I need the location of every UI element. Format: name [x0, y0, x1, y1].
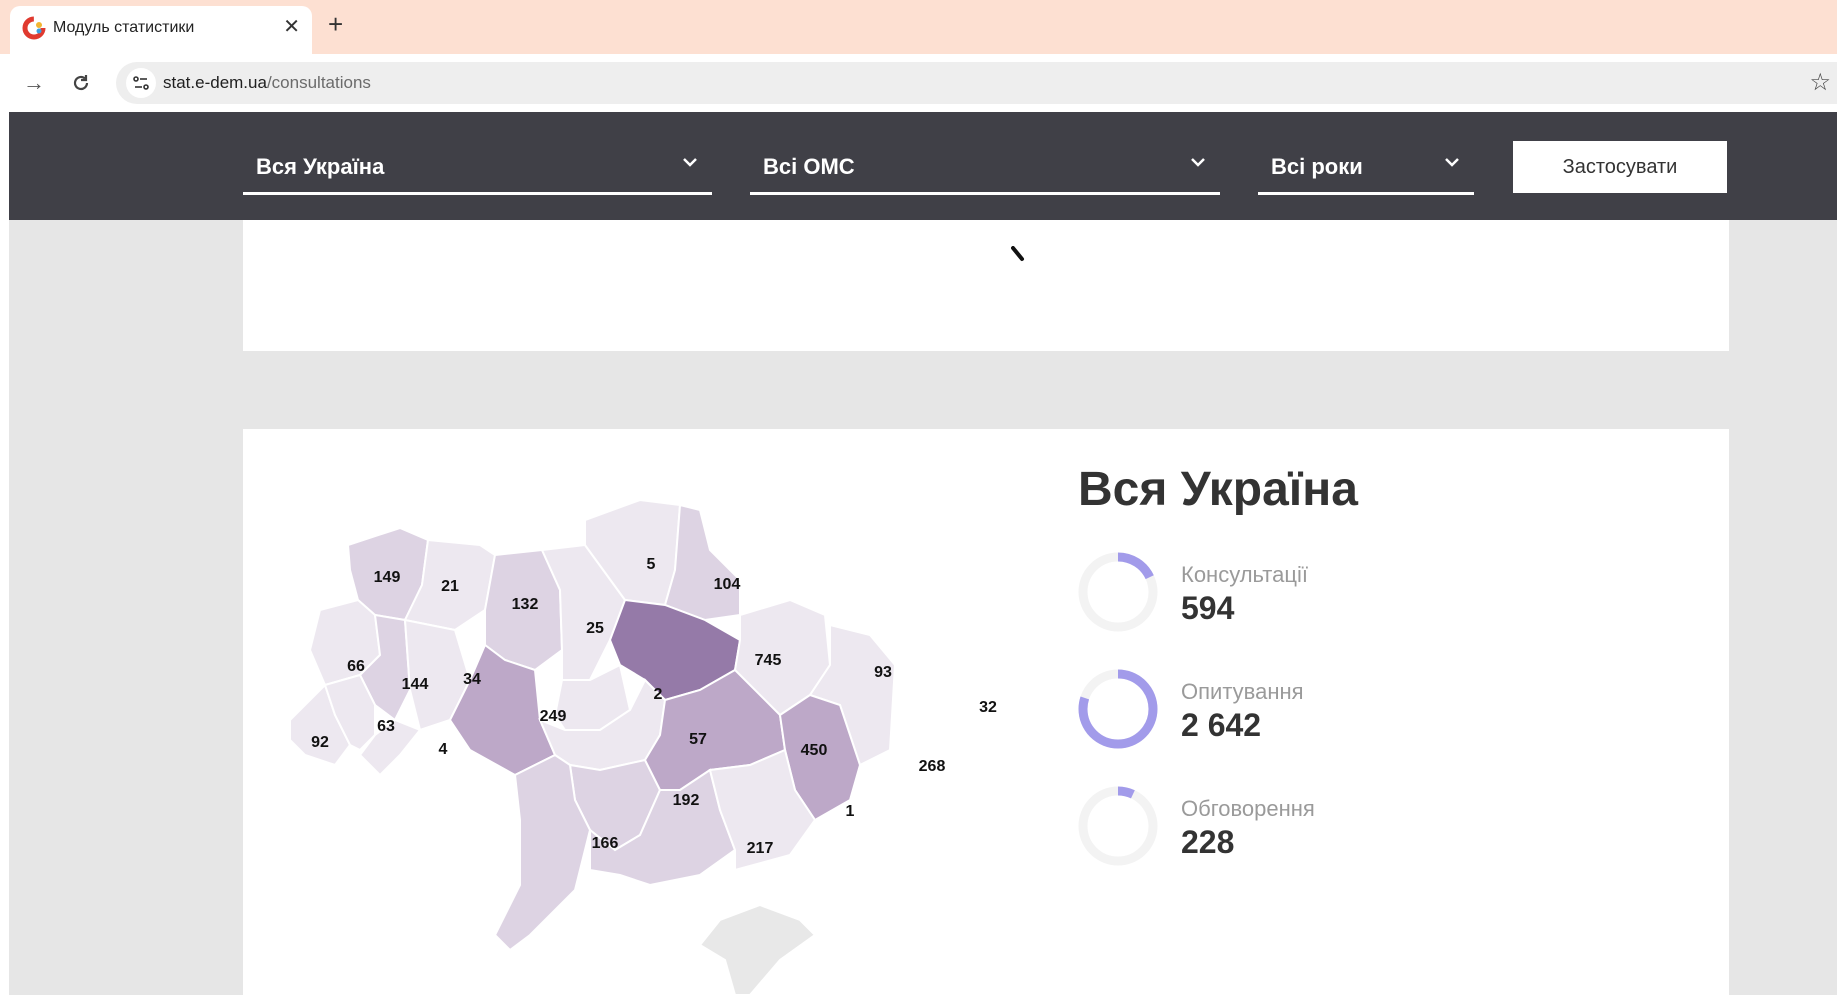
- site-favicon-icon: [22, 16, 46, 40]
- url-text: stat.e-dem.ua/consultations: [163, 73, 371, 92]
- tab-title: Модуль статистики: [53, 19, 195, 36]
- new-tab-icon[interactable]: +: [328, 9, 343, 40]
- map-label-kyiv_obl: 25: [586, 620, 604, 637]
- bookmark-star-icon[interactable]: ☆: [1809, 68, 1831, 97]
- map-label-chernivtsi: 4: [439, 741, 448, 758]
- map-label-donetsk: 268: [919, 758, 946, 775]
- forward-icon[interactable]: →: [16, 65, 52, 101]
- region-title: Вся Україна: [1078, 463, 1358, 516]
- region-select[interactable]: Вся Україна: [243, 140, 712, 195]
- close-tab-icon[interactable]: ✕: [283, 14, 300, 39]
- ukraine-map: 149 21 132 25 5 104 66 144 34 249 2 745 …: [289, 498, 997, 995]
- stat-value: 2 642: [1181, 707, 1262, 743]
- map-label-zaporizhzhia: 1: [846, 803, 855, 820]
- stat-label: Обговорення: [1181, 796, 1315, 821]
- map-label-zakarpattia: 92: [311, 734, 329, 751]
- site-settings-icon[interactable]: [126, 68, 156, 98]
- map-label-zhytomyr: 132: [512, 596, 539, 613]
- browser-addressbar: → stat.e-dem.ua/consultations ☆: [0, 54, 1837, 112]
- stat-label: Консультації: [1181, 562, 1308, 587]
- map-label-kyiv_city: 2: [654, 686, 663, 703]
- apply-button[interactable]: Застосувати: [1513, 141, 1727, 193]
- stat-discussions: Обговорення 228: [1078, 786, 1578, 866]
- stat-surveys: Опитування 2 642: [1078, 669, 1578, 749]
- stat-value: 594: [1181, 590, 1235, 626]
- map-label-lviv: 66: [347, 658, 365, 675]
- reload-icon[interactable]: [63, 65, 99, 101]
- map-label-dnipro: 450: [801, 742, 828, 759]
- map-label-volyn: 149: [374, 569, 401, 586]
- stat-label: Опитування: [1181, 679, 1304, 704]
- donut-chart-icon: [1078, 669, 1158, 749]
- donut-chart-icon: [1078, 786, 1158, 866]
- chevron-down-icon: [1445, 158, 1459, 167]
- chart-card-loading: [243, 220, 1729, 351]
- map-region-crimea: [698, 903, 817, 995]
- map-label-kirovohrad: 192: [673, 792, 700, 809]
- filter-bar: Вся Україна Всі ОМС Всі роки Застосувати: [9, 112, 1837, 220]
- map-label-cherkasy: 57: [689, 731, 707, 748]
- stat-consultations: Консультації 594: [1078, 552, 1578, 632]
- map-label-chernihiv: 5: [647, 556, 656, 573]
- map-label-ivano_frankivsk: 63: [377, 718, 395, 735]
- omnibox[interactable]: stat.e-dem.ua/consultations ☆: [116, 62, 1837, 104]
- map-label-sumy: 104: [714, 576, 741, 593]
- map-label-luhansk: 32: [979, 699, 997, 716]
- map-label-mykolaiv: 217: [747, 840, 774, 857]
- map-label-khmelnytskyi: 34: [463, 671, 481, 688]
- map-label-rivne: 21: [441, 578, 459, 595]
- map-label-odesa: 166: [592, 835, 619, 852]
- browser-tabbar: Модуль статистики ✕ +: [0, 0, 1837, 54]
- oms-select[interactable]: Всі ОМС: [750, 140, 1220, 195]
- chevron-down-icon: [1191, 158, 1205, 167]
- map-label-poltava: 745: [755, 652, 782, 669]
- map-label-kharkiv: 93: [874, 664, 892, 681]
- map-label-ternopil: 144: [402, 676, 429, 693]
- stat-value: 228: [1181, 824, 1235, 860]
- loading-spinner-icon: [1011, 246, 1024, 261]
- years-select[interactable]: Всі роки: [1258, 140, 1474, 195]
- browser-tab[interactable]: Модуль статистики ✕: [10, 6, 312, 54]
- chevron-down-icon: [683, 158, 697, 167]
- map-label-vinnytsia: 249: [540, 708, 567, 725]
- donut-chart-icon: [1078, 552, 1158, 632]
